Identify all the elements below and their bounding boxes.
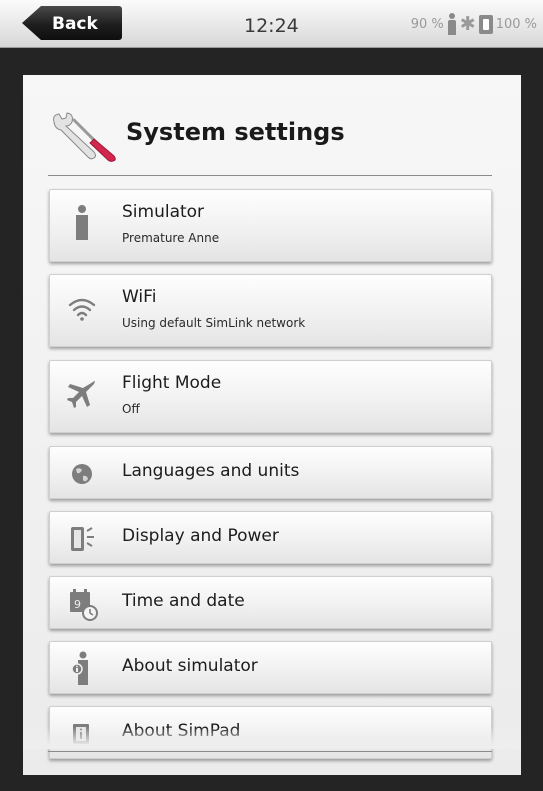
settings-panel: System settings Simulator Premature Anne…: [23, 75, 521, 775]
divider: [48, 175, 492, 176]
setting-languages-units[interactable]: Languages and units: [49, 446, 492, 499]
setting-subtitle: Using default SimLink network: [122, 316, 306, 330]
divider: [48, 751, 492, 752]
wifi-icon: [68, 298, 96, 321]
system-indicators: 90 % ✱ 100 %: [411, 13, 537, 35]
scroll-fade: [23, 727, 521, 749]
setting-subtitle: Off: [122, 402, 140, 416]
setting-flight-mode[interactable]: Flight Mode Off: [49, 360, 492, 433]
wrench-screwdriver-icon: [53, 112, 116, 162]
setting-wifi[interactable]: WiFi Using default SimLink network: [49, 274, 492, 347]
status-bar: Back 12:24 90 % ✱ 100 %: [0, 0, 543, 48]
setting-title: Time and date: [122, 591, 245, 611]
airplane-icon: [67, 380, 95, 408]
setting-simulator[interactable]: Simulator Premature Anne: [49, 189, 492, 262]
setting-title: About simulator: [122, 656, 258, 676]
battery-level: 100 %: [495, 16, 537, 32]
setting-time-date[interactable]: 9 Time and date: [49, 576, 492, 629]
setting-title: WiFi: [122, 287, 157, 307]
setting-title: Languages and units: [122, 461, 300, 481]
battery-icon: [478, 14, 493, 34]
setting-title: Simulator: [122, 202, 205, 222]
svg-text:9: 9: [74, 598, 81, 611]
page-title: System settings: [126, 118, 345, 146]
calendar-clock-icon: 9: [70, 589, 98, 621]
info-person-icon: [71, 651, 88, 685]
clock: 12:24: [244, 15, 299, 37]
display-power-icon: [71, 527, 94, 551]
signal-level: 90 %: [410, 16, 444, 32]
setting-subtitle: Premature Anne: [122, 231, 220, 245]
bluetooth-icon: ✱: [459, 13, 476, 35]
setting-title: Display and Power: [122, 526, 279, 546]
globe-icon: [72, 464, 92, 484]
back-button[interactable]: Back: [22, 6, 122, 40]
person-icon: [76, 205, 88, 240]
setting-display-power[interactable]: Display and Power: [49, 511, 492, 564]
setting-about-simulator[interactable]: About simulator: [49, 641, 492, 694]
setting-title: Flight Mode: [122, 373, 222, 393]
simulator-status-icon: [447, 13, 457, 35]
